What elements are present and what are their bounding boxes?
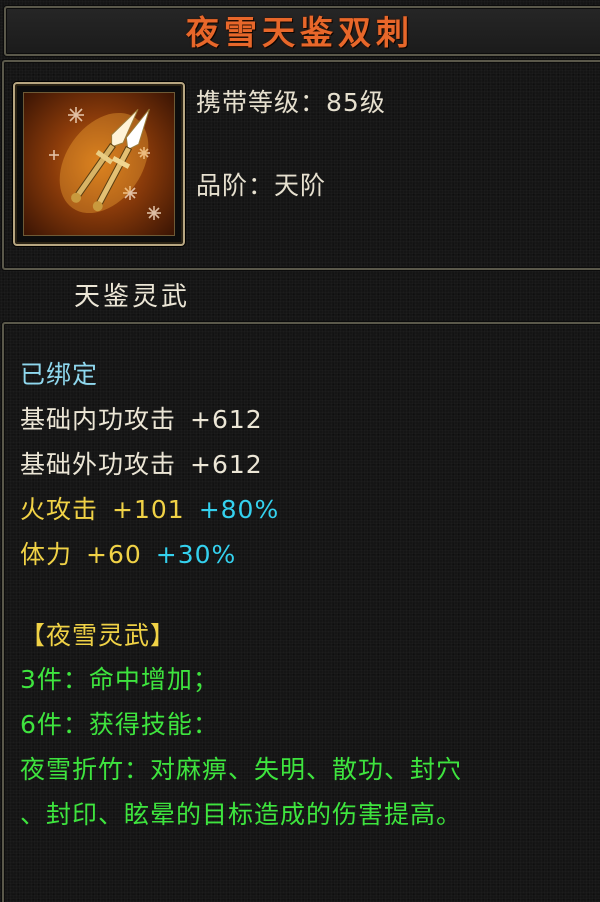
set-bonus-3: 3件：命中增加； <box>20 665 219 694</box>
stat-value: +101 <box>112 495 185 524</box>
twin-daggers-icon <box>23 92 175 236</box>
stat-line: 火攻击 +101 +80% <box>20 490 279 526</box>
carry-level: 携带等级：85级 <box>196 83 386 119</box>
stat-name: 火攻击 <box>20 495 99 524</box>
grade-value: 天阶 <box>274 171 327 200</box>
carry-level-label: 携带等级： <box>196 88 327 117</box>
grade: 品阶：天阶 <box>196 166 326 202</box>
stat-name: 基础外功攻击 <box>20 450 177 479</box>
skill-description-line-1: 夜雪折竹：对麻痹、失明、散功、封穴 <box>20 755 463 784</box>
stat-bonus: +30% <box>155 540 237 569</box>
bound-status: 已绑定 <box>20 360 99 389</box>
stat-value: +612 <box>190 450 263 479</box>
stat-line: 基础内功攻击 +612 <box>20 400 263 436</box>
stat-name: 基础内功攻击 <box>20 405 177 434</box>
stat-bonus: +80% <box>198 495 280 524</box>
item-icon-slot[interactable] <box>13 82 185 246</box>
stat-line: 体力 +60 +30% <box>20 535 236 571</box>
stat-value: +60 <box>86 540 142 569</box>
stat-line: 基础外功攻击 +612 <box>20 445 263 481</box>
set-name: 【夜雪灵武】 <box>20 621 177 650</box>
stat-value: +612 <box>190 405 263 434</box>
set-bonus-6: 6件：获得技能： <box>20 710 219 739</box>
carry-level-value: 85级 <box>326 88 386 117</box>
item-category: 天鉴灵武 <box>74 282 191 312</box>
item-name-title: 夜雪天鉴双刺 <box>186 13 414 52</box>
grade-label: 品阶： <box>196 171 275 200</box>
skill-description-line-2: 、封印、眩晕的目标造成的伤害提高。 <box>20 800 463 829</box>
stat-name: 体力 <box>20 540 73 569</box>
